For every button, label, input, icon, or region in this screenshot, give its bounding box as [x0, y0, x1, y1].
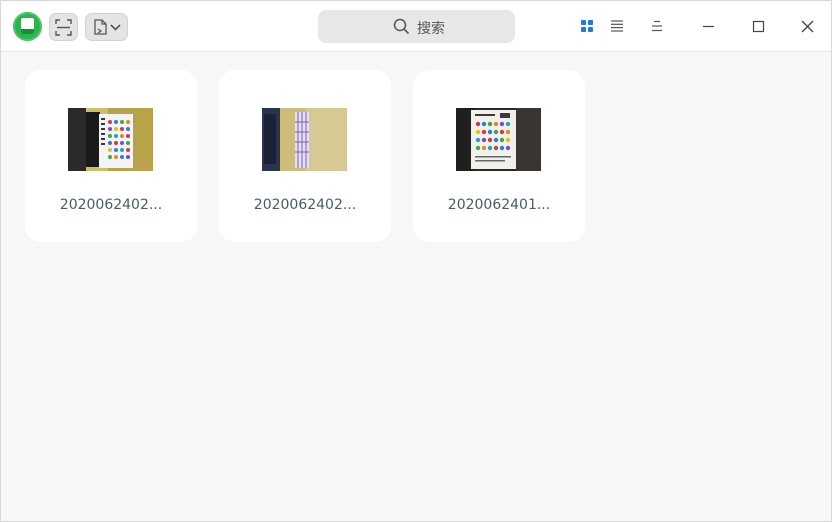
- search-placeholder: 搜索: [417, 21, 445, 37]
- app-window: 搜索 2020062402... 2020062402... 202006240…: [0, 0, 832, 522]
- list-view-icon[interactable]: [608, 17, 626, 35]
- search-bar[interactable]: 搜索: [318, 10, 515, 43]
- file-thumbnail[interactable]: [68, 108, 153, 171]
- file-thumbnail[interactable]: [456, 108, 541, 171]
- file-grid: 2020062402... 2020062402... 2020062401..…: [1, 52, 831, 521]
- titlebar: 搜索: [1, 1, 831, 52]
- file-card[interactable]: 2020062402...: [25, 70, 197, 242]
- maximize-icon[interactable]: [747, 15, 769, 37]
- file-card[interactable]: 2020062402...: [219, 70, 391, 242]
- file-name: 2020062402...: [59, 197, 163, 213]
- fullscreen-crop-icon: [55, 19, 72, 36]
- import-button[interactable]: [85, 13, 128, 41]
- menu-icon[interactable]: [649, 17, 667, 35]
- grid-view-icon[interactable]: [578, 17, 596, 35]
- file-name: 2020062401...: [447, 197, 551, 213]
- chevron-down-icon: [110, 24, 121, 31]
- import-file-icon: [94, 19, 107, 35]
- app-logo-icon: [13, 12, 42, 41]
- file-thumbnail[interactable]: [262, 108, 347, 171]
- file-card[interactable]: 2020062401...: [413, 70, 585, 242]
- crop-button[interactable]: [49, 13, 78, 41]
- close-icon[interactable]: [796, 15, 818, 37]
- minimize-icon[interactable]: [697, 15, 719, 37]
- search-icon: [393, 18, 410, 35]
- file-name: 2020062402...: [253, 197, 357, 213]
